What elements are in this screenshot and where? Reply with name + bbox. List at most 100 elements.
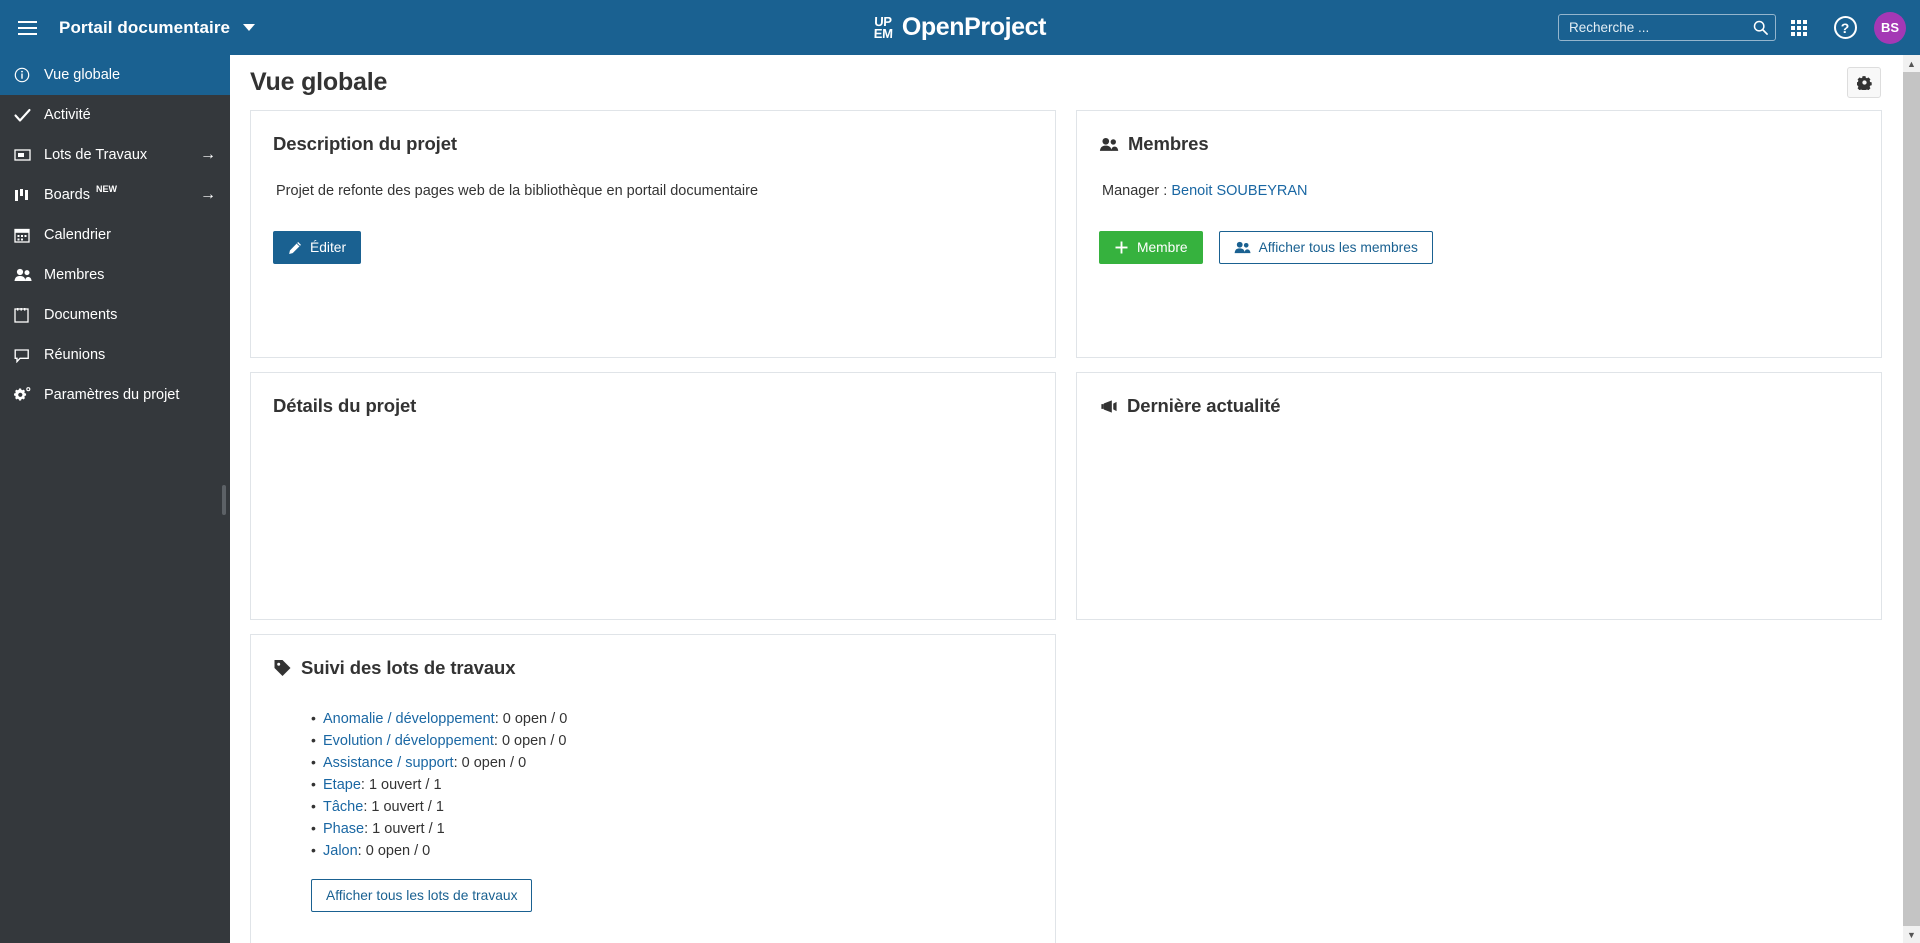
sidebar-item-label: Activité bbox=[44, 107, 91, 123]
wp-type-link[interactable]: Tâche bbox=[323, 799, 363, 815]
header-actions: ? BS bbox=[1558, 0, 1920, 55]
wp-type-counts: : 0 open / 0 bbox=[493, 733, 567, 749]
work-package-icon bbox=[14, 148, 44, 162]
wp-type-counts: : 1 ouvert / 1 bbox=[363, 799, 444, 815]
upem-logo-icon: UP EM bbox=[873, 13, 893, 41]
edit-button[interactable]: Éditer bbox=[273, 231, 362, 264]
sidebar-item-membres[interactable]: Membres bbox=[0, 255, 230, 295]
wp-type-link[interactable]: Etape bbox=[323, 777, 361, 793]
wp-type-counts: : 0 open / 0 bbox=[453, 755, 527, 771]
member-link[interactable]: Benoit SOUBEYRAN bbox=[1171, 183, 1307, 199]
sidebar-resize-handle[interactable] bbox=[222, 485, 226, 515]
help-button[interactable]: ? bbox=[1822, 0, 1868, 55]
widget-body: Projet de refonte des pages web de la bi… bbox=[273, 155, 1033, 264]
wp-type-link[interactable]: Jalon bbox=[323, 843, 358, 859]
view-all-work-packages-button[interactable]: Afficher tous les lots de travaux bbox=[311, 878, 533, 912]
search-input[interactable] bbox=[1569, 20, 1753, 35]
sidebar-item-label: Calendrier bbox=[44, 227, 111, 243]
sidebar-item-boards[interactable]: Boards NEW → bbox=[0, 175, 230, 215]
list-item: Anomalie / développement: 0 open / 0 bbox=[311, 708, 1033, 731]
widget-title-text: Description du projet bbox=[273, 133, 457, 154]
page-scrollbar[interactable]: ▲ ▼ bbox=[1903, 55, 1920, 943]
megaphone-icon bbox=[1099, 399, 1118, 414]
sidebar-item-label: Lots de Travaux bbox=[44, 147, 148, 163]
wp-type-counts: : 0 open / 0 bbox=[357, 843, 431, 859]
add-member-label: Membre bbox=[1137, 240, 1188, 255]
document-icon bbox=[14, 307, 44, 323]
sidebar-item-label: Boards bbox=[44, 187, 90, 203]
sidebar-item-lots-de-travaux[interactable]: Lots de Travaux → bbox=[0, 135, 230, 175]
sidebar-item-parametres-du-projet[interactable]: Paramètres du projet bbox=[0, 375, 230, 415]
widget-body bbox=[1099, 417, 1859, 445]
widget-membres: Membres Manager : Benoit SOUBEYRAN Membr… bbox=[1076, 110, 1882, 358]
widget-title-text: Dernière actualité bbox=[1127, 395, 1281, 416]
view-all-members-label: Afficher tous les membres bbox=[1258, 240, 1418, 255]
search-icon[interactable] bbox=[1753, 20, 1768, 35]
brand-logo-link[interactable]: UP EM OpenProject bbox=[873, 13, 1047, 42]
sidebar-item-documents[interactable]: Documents bbox=[0, 295, 230, 335]
project-description-text: Projet de refonte des pages web de la bi… bbox=[276, 183, 759, 199]
sidebar-item-label: Documents bbox=[44, 307, 118, 323]
arrow-right-icon[interactable]: → bbox=[200, 187, 216, 203]
sidebar-item-reunions[interactable]: Réunions bbox=[0, 335, 230, 375]
list-item: Etape: 1 ouvert / 1 bbox=[311, 774, 1033, 797]
list-item: Phase: 1 ouvert / 1 bbox=[311, 818, 1033, 841]
scroll-up-button[interactable]: ▲ bbox=[1903, 55, 1920, 72]
pencil-icon bbox=[289, 241, 301, 254]
widget-row-1: Description du projet Projet de refonte … bbox=[250, 110, 1883, 358]
meetings-icon bbox=[14, 348, 44, 363]
tag-icon bbox=[273, 659, 292, 677]
gear-icon bbox=[1856, 76, 1872, 90]
wp-type-link[interactable]: Evolution / développement bbox=[323, 733, 494, 749]
project-name-label[interactable]: Portail documentaire bbox=[59, 18, 230, 38]
overview-settings-button[interactable] bbox=[1847, 67, 1881, 98]
members-icon bbox=[1234, 241, 1251, 254]
list-item: Evolution / développement: 0 open / 0 bbox=[311, 730, 1033, 753]
arrow-right-icon[interactable]: → bbox=[200, 147, 216, 163]
manager-line: Manager : Benoit SOUBEYRAN bbox=[1099, 183, 1859, 199]
widget-derniere-actualite: Dernière actualité bbox=[1076, 372, 1882, 620]
view-all-members-button[interactable]: Afficher tous les membres bbox=[1218, 231, 1433, 264]
wp-type-link[interactable]: Phase bbox=[323, 821, 364, 837]
plus-icon bbox=[1115, 241, 1128, 254]
sidebar-item-activite[interactable]: Activité bbox=[0, 95, 230, 135]
top-header: Portail documentaire UP EM OpenProject ? bbox=[0, 0, 1920, 55]
wp-type-link[interactable]: Anomalie / développement bbox=[323, 711, 495, 727]
widget-title: Description du projet bbox=[273, 133, 1033, 155]
add-member-button[interactable]: Membre bbox=[1099, 231, 1203, 264]
app-grid-button[interactable] bbox=[1776, 0, 1822, 55]
sidebar-item-vue-globale[interactable]: Vue globale bbox=[0, 55, 230, 95]
widget-row-3: Suivi des lots de travaux Anomalie / dév… bbox=[250, 634, 1883, 943]
wp-type-link[interactable]: Assistance / support bbox=[323, 755, 454, 771]
wp-type-counts: : 0 open / 0 bbox=[494, 711, 568, 727]
sidebar-item-label: Membres bbox=[44, 267, 105, 283]
sidebar-item-calendrier[interactable]: Calendrier bbox=[0, 215, 230, 255]
widget-title-text: Détails du projet bbox=[273, 395, 417, 416]
openproject-wordmark: OpenProject bbox=[901, 13, 1047, 41]
avatar[interactable]: BS bbox=[1874, 11, 1906, 44]
main-content: Vue globale Description du projet Projet… bbox=[230, 55, 1903, 943]
widget-title: Membres bbox=[1099, 133, 1859, 155]
view-all-work-packages-label: Afficher tous les lots de travaux bbox=[326, 887, 518, 903]
boards-icon bbox=[14, 188, 44, 203]
widget-title-text: Membres bbox=[1128, 133, 1209, 154]
widget-row-2: Détails du projet Dernière actualité bbox=[250, 372, 1883, 620]
sidebar-item-label: Réunions bbox=[44, 347, 106, 363]
scroll-down-button[interactable]: ▼ bbox=[1903, 926, 1920, 943]
widget-title-text: Suivi des lots de travaux bbox=[301, 657, 516, 678]
widget-suivi-des-lots-de-travaux: Suivi des lots de travaux Anomalie / dév… bbox=[250, 634, 1056, 943]
widget-body: Manager : Benoit SOUBEYRAN Membre Affich… bbox=[1099, 155, 1859, 264]
members-icon bbox=[14, 268, 44, 282]
widget-body bbox=[273, 417, 1033, 445]
content-toolbar: Vue globale bbox=[230, 55, 1903, 110]
help-icon: ? bbox=[1833, 16, 1857, 39]
global-search[interactable] bbox=[1558, 14, 1776, 41]
list-item: Assistance / support: 0 open / 0 bbox=[311, 752, 1033, 775]
work-package-type-list: Anomalie / développement: 0 open / 0 Evo… bbox=[273, 708, 1033, 863]
members-icon bbox=[1099, 137, 1119, 152]
settings-icon bbox=[14, 387, 44, 403]
menu-toggle-icon[interactable] bbox=[0, 0, 55, 55]
widget-description-du-projet: Description du projet Projet de refonte … bbox=[250, 110, 1056, 358]
grid-icon bbox=[1791, 19, 1807, 36]
chevron-down-icon[interactable] bbox=[243, 24, 256, 31]
